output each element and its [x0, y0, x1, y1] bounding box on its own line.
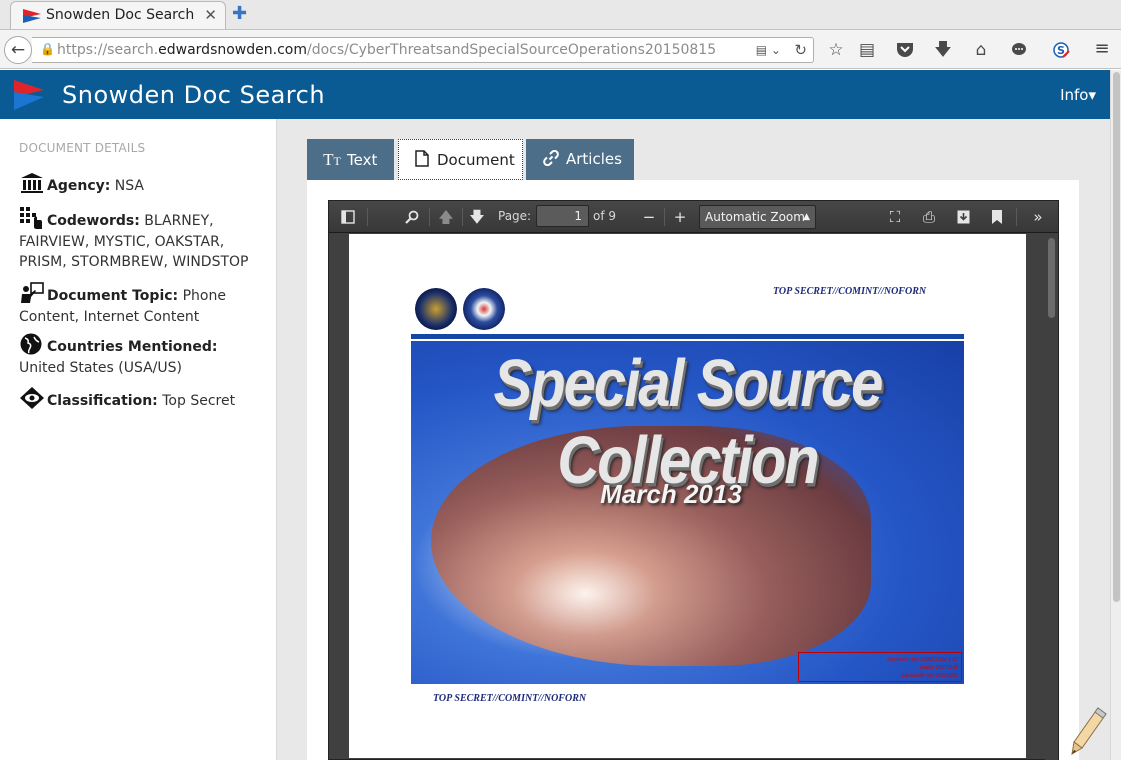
page-scrollbar[interactable]	[1110, 70, 1121, 760]
info-menu[interactable]: Info▾	[1060, 86, 1096, 104]
toolbar-divider	[429, 208, 430, 226]
site-logo-icon[interactable]	[14, 80, 44, 110]
new-tab-button[interactable]: ✚	[232, 3, 247, 24]
site-brand[interactable]: Snowden Doc Search	[62, 81, 325, 109]
eye-icon	[20, 387, 44, 409]
detail-document-topic: Document Topic: Phone Content, Internet …	[19, 282, 259, 327]
extension-icon[interactable]: S	[1049, 38, 1073, 62]
css-seal-icon	[463, 288, 505, 330]
globe-icon	[20, 333, 42, 355]
lock-icon: 🔒	[40, 42, 55, 56]
star-icon[interactable]: ☆	[824, 38, 848, 62]
detail-classification: Classification: Top Secret	[19, 387, 259, 412]
zoom-out-icon[interactable]: −	[638, 207, 660, 227]
home-icon[interactable]: ⌂	[969, 38, 993, 62]
classification-marking-top: TOP SECRET//COMINT//NOFORN	[773, 286, 927, 297]
back-button[interactable]: ←	[4, 36, 32, 64]
pdf-viewer: 🡅 🡇 Page: 1 of 9 − + Automatic Zoom ▲ ⛶ ⎙	[328, 200, 1059, 760]
pdf-page: TOP SECRET//COMINT//NOFORN Special Sourc…	[349, 234, 1026, 758]
download-icon[interactable]: 🡇	[931, 38, 955, 62]
reading-list-icon[interactable]: ▤	[855, 38, 879, 62]
classification-marking-bottom: TOP SECRET//COMINT//NOFORN	[433, 693, 587, 704]
link-icon	[540, 139, 562, 180]
building-icon	[21, 173, 43, 193]
select-caret-icon: ▲	[803, 212, 810, 222]
page-scrollbar-thumb[interactable]	[1113, 72, 1120, 602]
toolbar-divider	[367, 208, 368, 226]
print-icon[interactable]: ⎙	[918, 207, 940, 227]
pdf-scrollbar-thumb[interactable]	[1048, 238, 1055, 318]
next-page-icon[interactable]: 🡇	[466, 207, 488, 227]
document-panel: 🡅 🡇 Page: 1 of 9 − + Automatic Zoom ▲ ⛶ ⎙	[307, 180, 1079, 760]
presenter-icon	[21, 282, 44, 303]
browser-tab-strip: Snowden Doc Search ✕ ✚	[0, 0, 1121, 29]
cover-image: Special Source Collection March 2013 Der…	[411, 341, 964, 684]
reload-icon[interactable]: ↻	[794, 41, 807, 59]
url-text[interactable]: https://search.edwardsnowden.com/docs/Cy…	[57, 42, 716, 58]
previous-page-icon[interactable]: 🡅	[435, 207, 457, 227]
text-format-icon: TT	[323, 150, 341, 169]
tab-articles[interactable]: Articles	[526, 139, 634, 180]
main-content: TT Text Document Articles 🡅 🡇 Page: 1 of…	[277, 119, 1110, 760]
close-tab-icon[interactable]: ✕	[204, 6, 217, 24]
page-label: Page:	[498, 209, 532, 223]
fullscreen-icon[interactable]: ⛶	[884, 207, 906, 227]
browser-tab-title: Snowden Doc Search	[46, 7, 195, 23]
more-tools-icon[interactable]: »	[1027, 207, 1049, 227]
zoom-in-icon[interactable]: +	[669, 207, 691, 227]
pdf-toolbar: 🡅 🡇 Page: 1 of 9 − + Automatic Zoom ▲ ⛶ ⎙	[329, 201, 1058, 233]
nsa-seal-icon	[415, 288, 457, 330]
chat-icon[interactable]	[1007, 38, 1031, 62]
document-details-sidebar: DOCUMENT DETAILS Agency: NSA Codewords: …	[0, 119, 277, 760]
detail-codewords: Codewords: BLARNEY, FAIRVIEW, MYSTIC, OA…	[19, 207, 259, 273]
hamburger-menu-icon[interactable]: ≡	[1090, 38, 1114, 62]
codewords-icon	[20, 207, 42, 229]
detail-countries: Countries Mentioned: United States (USA/…	[19, 333, 259, 378]
pocket-icon[interactable]	[893, 38, 917, 62]
site-favicon-icon	[23, 9, 41, 23]
cover-rule	[411, 334, 964, 339]
tab-text[interactable]: TT Text	[307, 139, 394, 180]
pdf-scrollbar[interactable]	[1045, 234, 1058, 760]
cover-date: March 2013	[600, 479, 742, 509]
browser-nav-bar: ← 🔒 https://search.edwardsnowden.com/doc…	[0, 29, 1121, 69]
sidebar-heading: DOCUMENT DETAILS	[19, 141, 146, 155]
site-header: Snowden Doc Search Info▾	[0, 70, 1110, 119]
search-icon[interactable]	[401, 207, 423, 227]
toolbar-divider	[664, 208, 665, 226]
url-bar[interactable]: 🔒 https://search.edwardsnowden.com/docs/…	[32, 37, 814, 63]
document-icon	[411, 140, 433, 181]
sidebar-toggle-icon[interactable]	[337, 207, 359, 227]
detail-agency: Agency: NSA	[19, 172, 259, 197]
browser-tab[interactable]: Snowden Doc Search ✕	[10, 1, 226, 29]
pencil-icon[interactable]	[1068, 706, 1108, 756]
bookmark-icon[interactable]	[986, 207, 1008, 227]
toolbar-divider	[1016, 208, 1017, 226]
tab-document[interactable]: Document	[398, 139, 523, 180]
page-number-input[interactable]: 1	[536, 205, 589, 227]
page-total: of 9	[593, 209, 617, 223]
save-icon[interactable]	[952, 207, 974, 227]
zoom-select[interactable]: Automatic Zoom ▲	[699, 205, 816, 229]
cover-title: Special Source Collection	[493, 346, 884, 498]
toolbar-divider	[462, 208, 463, 226]
declassification-block: Derived From: NSA/CSSM 1-52 Dated: 20070…	[798, 652, 962, 682]
reader-view-icon[interactable]: ▤ ⌄	[756, 43, 781, 57]
